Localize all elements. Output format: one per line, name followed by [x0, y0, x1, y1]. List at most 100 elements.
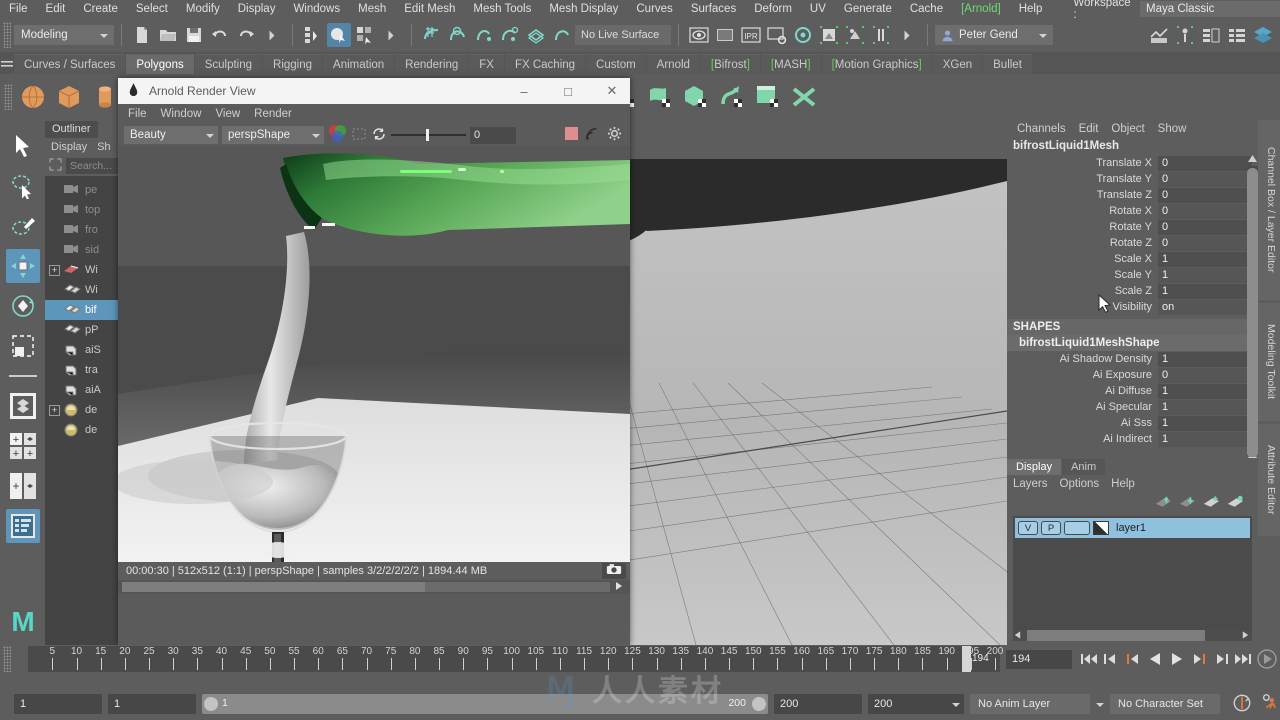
- open-scene-icon[interactable]: [156, 23, 180, 47]
- range-handle-right[interactable]: [752, 697, 766, 711]
- scrollbar-track[interactable]: [122, 582, 610, 592]
- menu-item-create[interactable]: Create: [74, 0, 127, 18]
- channel-value[interactable]: on: [1158, 299, 1253, 315]
- bifrost-collider-icon[interactable]: [679, 80, 713, 114]
- menu-item-uv[interactable]: UV: [801, 0, 835, 18]
- scrollbar-thumb[interactable]: [122, 582, 425, 592]
- layer-visibility-toggle[interactable]: V: [1018, 521, 1038, 535]
- rotate-tool[interactable]: [6, 289, 40, 323]
- expander-icon[interactable]: +: [49, 264, 60, 276]
- channel-row-visibility[interactable]: Visibility on: [1007, 299, 1253, 315]
- stop-render-icon[interactable]: [565, 127, 578, 143]
- show-hide-channel-box-icon[interactable]: [1225, 23, 1249, 47]
- menu-item-help[interactable]: Help: [1010, 0, 1052, 18]
- shelf-tab-custom[interactable]: Custom: [586, 54, 646, 74]
- menu-item-file[interactable]: File: [0, 0, 37, 18]
- bifrost-kill-plane-icon[interactable]: [787, 80, 821, 114]
- arnold-flags-icon[interactable]: [869, 23, 893, 47]
- playback-options-icon[interactable]: [1254, 648, 1280, 670]
- menu-item-edit[interactable]: Edit: [37, 0, 75, 18]
- current-frame-field[interactable]: 194: [1006, 649, 1072, 669]
- menu-item-arnold[interactable]: [Arnold]: [952, 0, 1010, 18]
- bifrost-motion-field-icon[interactable]: [715, 80, 749, 114]
- render-view-menu-window[interactable]: Window: [161, 108, 202, 120]
- color-management-icon[interactable]: [328, 124, 347, 146]
- paint-select-tool[interactable]: [6, 209, 40, 243]
- scale-tool[interactable]: [6, 329, 40, 363]
- channel-value[interactable]: 1: [1158, 415, 1253, 431]
- create-empty-layer-icon[interactable]: [1203, 495, 1220, 512]
- menu-item-surfaces[interactable]: Surfaces: [682, 0, 745, 18]
- select-by-object-icon[interactable]: [327, 23, 351, 47]
- animation-end-field[interactable]: 200: [868, 694, 964, 714]
- shelf-tab-rigging[interactable]: Rigging: [263, 54, 323, 74]
- channel-box-scrollbar[interactable]: [1247, 154, 1258, 468]
- toolbar-collapse-icon[interactable]: [895, 23, 919, 47]
- render-view-menu-render[interactable]: Render: [254, 108, 292, 120]
- arnold-render-view-icon[interactable]: [817, 23, 841, 47]
- user-account-chip[interactable]: Peter Gend: [935, 25, 1053, 45]
- render-view-title-bar[interactable]: Arnold Render View – □ ✕: [118, 78, 630, 104]
- scrollbar-thumb[interactable]: [1247, 168, 1258, 458]
- create-layer-from-selection-icon[interactable]: [1227, 495, 1244, 512]
- channel-row-rotate-z[interactable]: Rotate Z 0: [1007, 235, 1253, 251]
- camera-combo[interactable]: perspShape: [222, 126, 324, 144]
- shelf-tab-rendering[interactable]: Rendering: [395, 54, 469, 74]
- make-live-icon[interactable]: [550, 23, 574, 47]
- scroll-right-icon[interactable]: [1241, 630, 1250, 643]
- channel-row-rotate-x[interactable]: Rotate X 0: [1007, 203, 1253, 219]
- toolbar-collapse-icon[interactable]: [379, 23, 403, 47]
- range-start-field[interactable]: 1: [108, 694, 196, 714]
- range-slider-control[interactable]: 1 200: [202, 694, 768, 714]
- shelf-tab-menu-icon[interactable]: [0, 54, 14, 74]
- channel-row-ai-diffuse[interactable]: Ai Diffuse 1: [1007, 383, 1253, 399]
- tab-anim-layers[interactable]: Anim: [1062, 459, 1106, 475]
- exposure-refresh-icon[interactable]: [371, 126, 387, 145]
- layer-list-hscrollbar[interactable]: [1013, 630, 1252, 641]
- move-layer-up-icon[interactable]: [1155, 495, 1172, 512]
- step-forward-icon[interactable]: [1210, 648, 1232, 670]
- channel-value[interactable]: 1: [1158, 383, 1253, 399]
- render-current-frame-icon[interactable]: [687, 23, 711, 47]
- channel-row-translate-z[interactable]: Translate Z 0: [1007, 187, 1253, 203]
- poly-cube-icon[interactable]: [52, 80, 86, 114]
- animation-start-field[interactable]: 1: [14, 694, 102, 714]
- channel-value[interactable]: 1: [1158, 283, 1253, 299]
- show-hide-attribute-editor-icon[interactable]: [1173, 23, 1197, 47]
- channel-value[interactable]: 0: [1158, 367, 1253, 383]
- bifrost-foam-icon[interactable]: [643, 80, 677, 114]
- layer-color-swatch[interactable]: [1093, 521, 1109, 535]
- sidetab-modeling-toolkit[interactable]: Modeling Toolkit: [1258, 303, 1280, 421]
- lasso-tool[interactable]: [6, 169, 40, 203]
- channel-box-menu-channels[interactable]: Channels: [1017, 123, 1066, 135]
- select-tool[interactable]: [6, 129, 40, 163]
- time-slider-grip[interactable]: [3, 646, 11, 672]
- gear-icon[interactable]: [607, 126, 622, 144]
- shelf-tab-animation[interactable]: Animation: [323, 54, 395, 74]
- arnold-render-sequence-icon[interactable]: [843, 23, 867, 47]
- play-forwards-icon[interactable]: [1166, 648, 1188, 670]
- layer-list[interactable]: V P layer1: [1013, 516, 1252, 631]
- channel-row-translate-x[interactable]: Translate X 0: [1007, 155, 1253, 171]
- expander-icon[interactable]: +: [49, 404, 60, 416]
- menu-item-curves[interactable]: Curves: [627, 0, 681, 18]
- menu-set-combo[interactable]: Modeling: [14, 25, 114, 45]
- menu-item-deform[interactable]: Deform: [745, 0, 801, 18]
- snap-to-curve-icon[interactable]: [446, 23, 470, 47]
- channel-row-scale-x[interactable]: Scale X 1: [1007, 251, 1253, 267]
- arnold-render-view-window[interactable]: Arnold Render View – □ ✕ File Window Vie…: [118, 78, 630, 645]
- channel-row-ai-indirect[interactable]: Ai Indirect 1: [1007, 431, 1253, 447]
- channel-value[interactable]: 0: [1158, 219, 1253, 235]
- render-view-menu-view[interactable]: View: [215, 108, 240, 120]
- channel-row-ai-shadow-density[interactable]: Ai Shadow Density 1: [1007, 351, 1253, 367]
- channel-value[interactable]: 1: [1158, 431, 1253, 447]
- menu-item-mesh-tools[interactable]: Mesh Tools: [464, 0, 540, 18]
- show-hide-tool-settings-icon[interactable]: [1199, 23, 1223, 47]
- channel-row-ai-exposure[interactable]: Ai Exposure 0: [1007, 367, 1253, 383]
- shelf-tab-mash[interactable]: [MASH]: [760, 54, 821, 74]
- menu-item-display[interactable]: Display: [229, 0, 285, 18]
- channel-value[interactable]: 0: [1158, 155, 1253, 171]
- previous-key-icon[interactable]: [1122, 648, 1144, 670]
- shelf-tab-polygons[interactable]: Polygons: [126, 54, 194, 74]
- range-end-field[interactable]: 200: [774, 694, 862, 714]
